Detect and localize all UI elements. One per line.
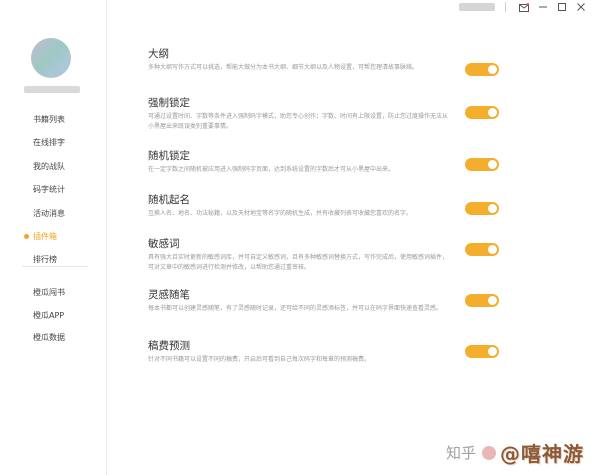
sidebar-item-label: 活动消息: [33, 208, 65, 218]
account-name[interactable]: [459, 3, 495, 11]
active-dot-icon: [24, 234, 29, 240]
sidebar-item-label: 码字统计: [33, 185, 65, 195]
sidebar-item-my-team[interactable]: 我的战队: [0, 155, 106, 178]
random-lock-toggle[interactable]: [465, 158, 499, 171]
sidebar-item-writing-stats[interactable]: 码字统计: [0, 178, 106, 201]
sidebar-item-label: 在线排字: [33, 138, 65, 148]
setting-title: 随机锁定: [148, 150, 190, 162]
sidebar-item-activity-messages[interactable]: 活动消息: [0, 202, 106, 225]
sidebar-item-chenggua-books[interactable]: 橙瓜闯书: [0, 282, 106, 305]
toggle-knob: [488, 204, 497, 213]
toggle-knob: [488, 160, 497, 169]
setting-title: 敏感词: [148, 238, 180, 250]
maximize-icon[interactable]: [556, 1, 568, 13]
sidebar-item-online-typesetting[interactable]: 在线排字: [0, 131, 106, 154]
sidebar-item-leaderboard[interactable]: 排行榜: [0, 248, 106, 271]
setting-title: 灵感随笔: [148, 289, 190, 301]
sidebar-item-label: 我的战队: [33, 161, 65, 171]
minimize-icon[interactable]: [537, 1, 549, 13]
avatar[interactable]: [31, 38, 71, 78]
random-naming-toggle[interactable]: [465, 202, 499, 215]
sidebar-item-label: 橙瓜APP: [33, 310, 65, 320]
sidebar-item-chenggua-app[interactable]: 橙瓜APP: [0, 305, 106, 328]
setting-description: 可通过设置时间、字数等条件进入强制码字模式，助您专心创作；字数、时间有上限设置，…: [148, 113, 449, 130]
watermark-logo-icon: [482, 445, 496, 460]
payment-forecast-toggle[interactable]: [465, 345, 499, 358]
watermark: 知乎 @嘻神游: [446, 438, 584, 467]
app-window: 书籍列表 在线排字 我的战队 码字统计 活动消息 插件箱 排行榜 橙瓜闯书 橙瓜…: [0, 0, 594, 475]
watermark-author: @嘻神游: [500, 442, 584, 466]
inspiration-notes-toggle[interactable]: [465, 294, 499, 307]
sidebar-item-plugin-box[interactable]: 插件箱: [0, 225, 106, 248]
setting-title: 随机起名: [148, 194, 190, 206]
setting-description: 在一定字数之间随机被应用进入强制码字页面，达到系统设置的字数后才可从小黑屋中出来…: [148, 166, 395, 173]
sidebar-divider: [22, 266, 88, 267]
sidebar-nav: 书籍列表 在线排字 我的战队 码字统计 活动消息 插件箱 排行榜: [0, 108, 106, 272]
sidebar-item-label: 橙瓜数据: [33, 333, 65, 342]
sensitive-words-toggle[interactable]: [465, 243, 499, 256]
toggle-knob: [488, 65, 497, 74]
sidebar-item-label: 插件箱: [33, 231, 57, 241]
user-name: [24, 86, 80, 93]
mail-icon[interactable]: [518, 1, 530, 13]
titlebar-divider: [505, 2, 506, 12]
sidebar-item-label: 排行榜: [33, 255, 57, 265]
sidebar-item-book-list[interactable]: 书籍列表: [0, 108, 106, 131]
sidebar: 书籍列表 在线排字 我的战队 码字统计 活动消息 插件箱 排行榜 橙瓜闯书 橙瓜…: [0, 0, 107, 475]
watermark-site: 知乎: [445, 444, 476, 462]
toggle-knob: [488, 245, 497, 254]
setting-description: 针对不同书籍可以设置不同的稿费，开启后可看到自己每次码字和每章的预测稿费。: [148, 356, 371, 363]
setting-description: 具有强大且实时更新的敏感词库，并可自定义敏感词，且有多种敏感词替换方式，写作完成…: [148, 254, 449, 271]
forced-lock-toggle[interactable]: [465, 106, 499, 119]
sidebar-item-label: 书籍列表: [33, 115, 65, 124]
setting-title: 稿费预测: [148, 340, 190, 352]
close-icon[interactable]: [575, 1, 587, 13]
setting-title: 强制锁定: [148, 97, 190, 109]
title-bar: [459, 0, 594, 14]
setting-title: 大纲: [148, 48, 169, 60]
toggle-knob: [488, 296, 497, 305]
outline-toggle[interactable]: [465, 63, 499, 76]
sidebar-secondary-nav: 橙瓜闯书 橙瓜APP 橙瓜数据: [0, 282, 106, 350]
sidebar-item-chenggua-data[interactable]: 橙瓜数据: [0, 327, 106, 350]
toggle-knob: [488, 347, 497, 356]
sidebar-item-label: 橙瓜闯书: [33, 288, 65, 297]
setting-description: 互换人名、地名、功法秘籍，以及天材地宝等名字的随机生成，并有收藏列表可收藏您喜欢…: [148, 210, 413, 217]
setting-description: 多种大纲写作方式可以挑选，帮能大做分为本书大纲、细节大纲以及人物设置，可帮您理清…: [148, 64, 419, 71]
toggle-knob: [488, 108, 497, 117]
setting-description: 每本书都可以创建灵感随笔，有了灵感随时记录，还可给不同的灵感添标签，并可以在码字…: [148, 305, 443, 312]
